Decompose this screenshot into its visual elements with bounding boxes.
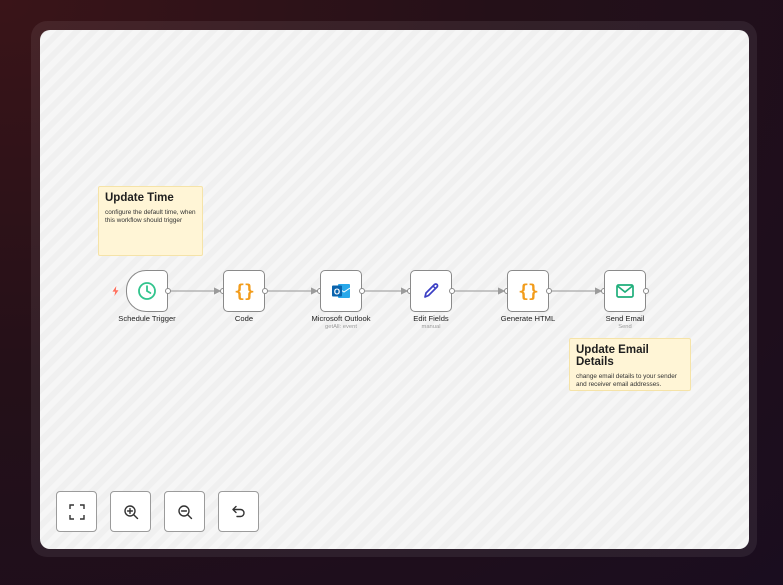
- workflow-canvas[interactable]: Update Time configure the default time, …: [40, 30, 749, 549]
- outlook-icon: O: [332, 284, 351, 298]
- output-port[interactable]: [359, 288, 365, 294]
- node-schedule-trigger[interactable]: [126, 270, 168, 312]
- output-port[interactable]: [643, 288, 649, 294]
- sticky-note-update-time[interactable]: Update Time configure the default time, …: [98, 186, 203, 256]
- node-edit-fields[interactable]: [410, 270, 452, 312]
- fit-view-icon: [68, 503, 85, 520]
- node-subtitle: getAll: event: [325, 324, 357, 330]
- svg-text:O: O: [334, 287, 340, 296]
- node-microsoft-outlook[interactable]: O: [320, 270, 362, 312]
- code-braces-icon: {}: [518, 280, 539, 302]
- node-subtitle: Send: [618, 324, 632, 330]
- sticky-note-body: change email details to your sender and …: [576, 373, 677, 389]
- node-label: Microsoft Outlook: [311, 314, 371, 323]
- code-braces-icon: {}: [234, 280, 255, 302]
- output-port[interactable]: [546, 288, 552, 294]
- node-label: Send Email: [605, 314, 645, 323]
- sticky-note-body: configure the default time, when this wo…: [105, 209, 196, 225]
- sticky-note-title: Update Time: [105, 192, 174, 204]
- node-generate-html[interactable]: {}: [507, 270, 549, 312]
- node-label: Edit Fields: [413, 314, 449, 323]
- node-subtitle: manual: [421, 324, 441, 330]
- zoom-in-button[interactable]: [110, 491, 151, 532]
- node-label: Code: [234, 314, 254, 323]
- undo-icon: [231, 505, 245, 517]
- zoom-in-icon: [123, 504, 138, 519]
- node-label: Schedule Trigger: [118, 314, 176, 323]
- sticky-note-title: Update Email Details: [576, 344, 649, 368]
- fit-view-button[interactable]: [56, 491, 97, 532]
- output-port[interactable]: [262, 288, 268, 294]
- output-port[interactable]: [165, 288, 171, 294]
- output-port[interactable]: [449, 288, 455, 294]
- sticky-note-update-email-details[interactable]: Update Email Details change email detail…: [569, 338, 691, 391]
- zoom-out-button[interactable]: [164, 491, 205, 532]
- clock-icon: [138, 282, 156, 300]
- trigger-bolt-icon: [112, 286, 119, 296]
- undo-button[interactable]: [218, 491, 259, 532]
- zoom-out-icon: [177, 504, 192, 519]
- node-label: Generate HTML: [500, 314, 556, 323]
- node-code[interactable]: {}: [223, 270, 265, 312]
- node-send-email[interactable]: [604, 270, 646, 312]
- mail-icon: [616, 284, 634, 298]
- pencil-icon: [424, 283, 439, 298]
